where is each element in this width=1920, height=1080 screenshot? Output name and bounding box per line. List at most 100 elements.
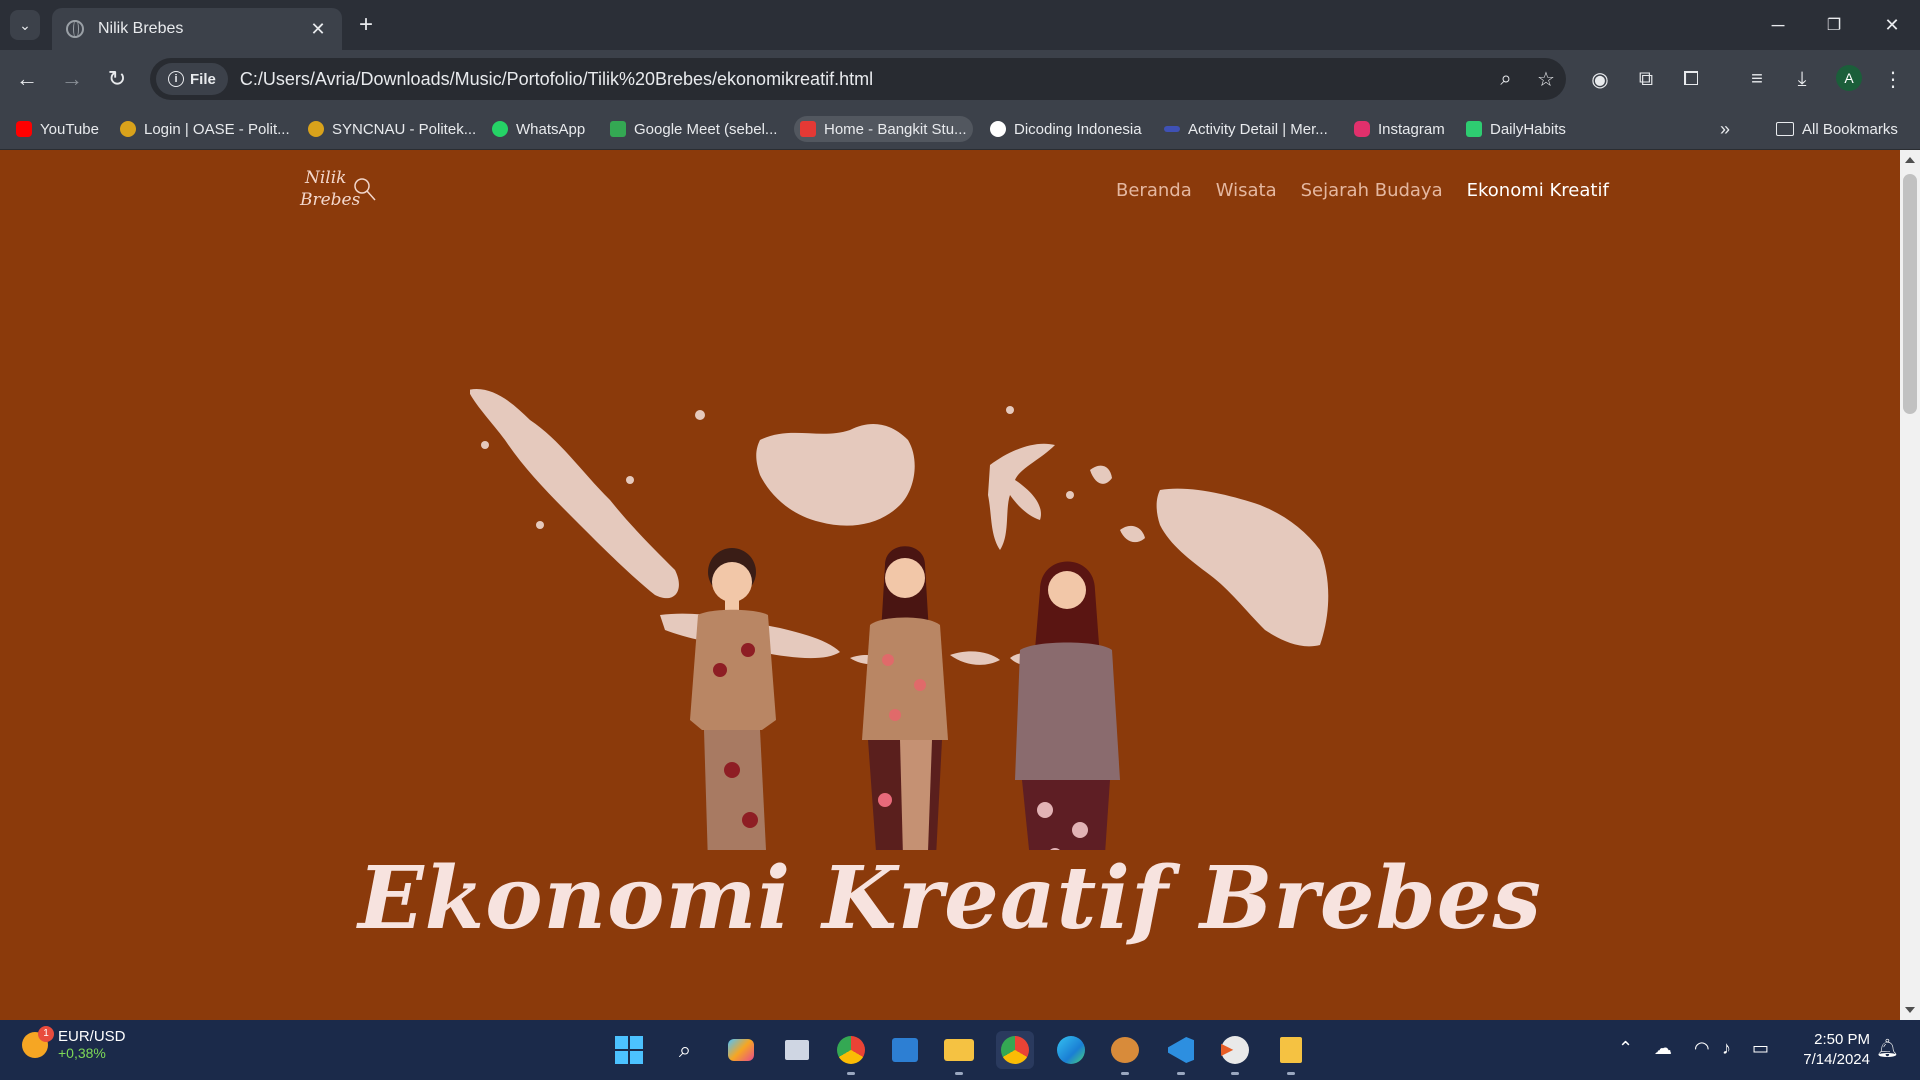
- notification-bell-icon[interactable]: 🔔︎: [1876, 1038, 1899, 1059]
- address-bar[interactable]: i File C:/Users/Avria/Downloads/Music/Po…: [150, 58, 1566, 100]
- vscode-icon[interactable]: [1162, 1031, 1200, 1075]
- bookmark-label: Instagram: [1378, 120, 1445, 138]
- scroll-up-icon[interactable]: [1905, 157, 1915, 163]
- scrollbar-thumb[interactable]: [1903, 174, 1917, 414]
- windows-taskbar: 1 EUR/USD +0,38% ⌕ ▶ ⌃ ☁ ◠ ♪ ▭ 2:50 PM 7…: [0, 1020, 1920, 1080]
- more-bookmarks-chevron-icon[interactable]: »: [1714, 116, 1736, 142]
- back-button[interactable]: ←: [12, 64, 42, 94]
- merdeka-icon: [1164, 126, 1180, 132]
- all-bookmarks[interactable]: All Bookmarks: [1770, 116, 1904, 142]
- close-window-button[interactable]: ✕: [1872, 10, 1912, 40]
- bookmark-star-icon[interactable]: ☆: [1526, 67, 1566, 92]
- show-hidden-icons-chevron-icon[interactable]: ⌃: [1618, 1038, 1633, 1059]
- restore-button[interactable]: ❐: [1814, 10, 1854, 40]
- extensions-puzzle-icon[interactable]: ⧠: [1676, 64, 1706, 94]
- battery-icon[interactable]: ▭: [1752, 1038, 1769, 1059]
- oase-icon: [120, 121, 136, 137]
- bookmark-oase[interactable]: Login | OASE - Polit...: [114, 116, 296, 142]
- dailyhabits-icon: [1466, 121, 1482, 137]
- file-explorer-icon[interactable]: [940, 1031, 978, 1075]
- bookmark-label: Dicoding Indonesia: [1014, 120, 1142, 138]
- site-info-label: File: [190, 70, 216, 88]
- youtube-icon: [16, 121, 32, 137]
- profile-avatar[interactable]: A: [1836, 65, 1862, 91]
- browser-toolbar: ← → ↻ i File C:/Users/Avria/Downloads/Mu…: [0, 50, 1920, 108]
- start-icon[interactable]: [610, 1031, 648, 1069]
- chrome-profile-icon[interactable]: [996, 1031, 1034, 1069]
- bookmark-label: Activity Detail | Mer...: [1188, 120, 1328, 138]
- reload-button[interactable]: ↻: [102, 64, 132, 94]
- site-logo[interactable]: Nilik Brebes: [300, 164, 380, 220]
- nav-beranda[interactable]: Beranda: [1116, 180, 1192, 201]
- volume-icon[interactable]: ♪: [1722, 1038, 1731, 1059]
- wifi-icon[interactable]: ◠: [1694, 1038, 1710, 1059]
- download-icon[interactable]: ⤓: [1787, 64, 1817, 94]
- bookmark-label: SYNCNAU - Politek...: [332, 120, 477, 138]
- tab-search-button[interactable]: ⌄: [10, 10, 40, 40]
- hero-title: Ekonomi Kreatif Brebes: [358, 848, 1542, 949]
- zoom-icon[interactable]: ⌕: [1486, 68, 1526, 91]
- scroll-down-icon[interactable]: [1905, 1007, 1915, 1013]
- notification-badge: 1: [38, 1025, 54, 1042]
- page-scrollbar[interactable]: [1900, 150, 1920, 1020]
- bookmark-dicoding[interactable]: Dicoding Indonesia: [984, 116, 1148, 142]
- media-player-icon[interactable]: ▶: [1216, 1031, 1254, 1075]
- nav-sejarah-budaya[interactable]: Sejarah Budaya: [1301, 180, 1443, 201]
- bookmark-label: YouTube: [40, 120, 99, 138]
- task-view-icon[interactable]: [778, 1031, 816, 1069]
- game-icon[interactable]: [1106, 1031, 1144, 1075]
- nav-wisata[interactable]: Wisata: [1216, 180, 1277, 201]
- onedrive-icon[interactable]: ☁: [1654, 1038, 1672, 1059]
- bookmarks-bar: YouTube Login | OASE - Polit... SYNCNAU …: [0, 108, 1920, 150]
- google-meet-icon: [610, 121, 626, 137]
- clock-time: 2:50 PM: [1814, 1031, 1870, 1048]
- bookmark-dailyhabits[interactable]: DailyHabits: [1460, 116, 1572, 142]
- ticker-icon: 1: [22, 1025, 54, 1058]
- folder-icon: [1776, 122, 1794, 136]
- bookmark-activity-detail[interactable]: Activity Detail | Mer...: [1158, 116, 1334, 142]
- bookmark-label: DailyHabits: [1490, 120, 1566, 138]
- site-info-chip[interactable]: i File: [156, 63, 228, 95]
- close-tab-icon[interactable]: ✕: [308, 19, 328, 40]
- page-viewport: Nilik Brebes Beranda Wisata Sejarah Buda…: [0, 150, 1900, 1020]
- bookmark-label: WhatsApp: [516, 120, 586, 138]
- edge-icon[interactable]: [1052, 1031, 1090, 1069]
- bookmark-label: Home - Bangkit Stu...: [824, 120, 967, 138]
- minimize-button[interactable]: ─: [1758, 10, 1798, 40]
- menu-kebab-icon[interactable]: ⋮: [1878, 64, 1908, 94]
- site-navigation: Beranda Wisata Sejarah Budaya Ekonomi Kr…: [1116, 180, 1609, 201]
- bookmark-bangkit[interactable]: Home - Bangkit Stu...: [794, 116, 973, 142]
- extension-owl-icon[interactable]: ◉: [1585, 64, 1615, 94]
- forward-button[interactable]: →: [57, 64, 87, 94]
- ticker-label: EUR/USD: [58, 1028, 126, 1045]
- copilot-icon[interactable]: [722, 1031, 760, 1069]
- browser-tab[interactable]: Nilik Brebes ✕: [52, 8, 342, 50]
- system-clock[interactable]: 2:50 PM 7/14/2024: [1790, 1030, 1870, 1070]
- bookmark-youtube[interactable]: YouTube: [10, 116, 105, 142]
- bookmark-label: Login | OASE - Polit...: [144, 120, 290, 138]
- ticker-change: +0,38%: [58, 1045, 106, 1061]
- tab-title: Nilik Brebes: [98, 20, 184, 37]
- dicoding-icon: [990, 121, 1006, 137]
- bookmark-whatsapp[interactable]: WhatsApp: [486, 116, 591, 142]
- figure-woman-kebaya-2: [862, 546, 948, 850]
- bookmark-google-meet[interactable]: Google Meet (sebel...: [604, 116, 783, 142]
- search-icon[interactable]: ⌕: [666, 1031, 704, 1069]
- hero-illustration: [470, 389, 1329, 850]
- all-bookmarks-label: All Bookmarks: [1802, 120, 1898, 138]
- translate-icon[interactable]: ⧉: [1631, 64, 1661, 94]
- globe-icon: [66, 20, 84, 38]
- info-icon: i: [168, 71, 184, 87]
- notes-icon[interactable]: [1272, 1031, 1310, 1075]
- new-tab-button[interactable]: +: [352, 11, 380, 39]
- chrome-icon[interactable]: [832, 1031, 870, 1075]
- ticker-widget[interactable]: 1 EUR/USD +0,38%: [22, 1025, 126, 1061]
- bookmark-syncnau[interactable]: SYNCNAU - Politek...: [302, 116, 482, 142]
- url-text[interactable]: C:/Users/Avria/Downloads/Music/Portofoli…: [240, 69, 1486, 90]
- store-icon[interactable]: [886, 1031, 924, 1069]
- figure-woman-hijab: [1015, 561, 1120, 850]
- tab-strip: ⌄ Nilik Brebes ✕ + ─ ❐ ✕: [0, 0, 1920, 50]
- media-controls-icon[interactable]: ≡: [1742, 64, 1772, 94]
- bookmark-instagram[interactable]: Instagram: [1348, 116, 1451, 142]
- nav-ekonomi-kreatif[interactable]: Ekonomi Kreatif: [1467, 180, 1609, 201]
